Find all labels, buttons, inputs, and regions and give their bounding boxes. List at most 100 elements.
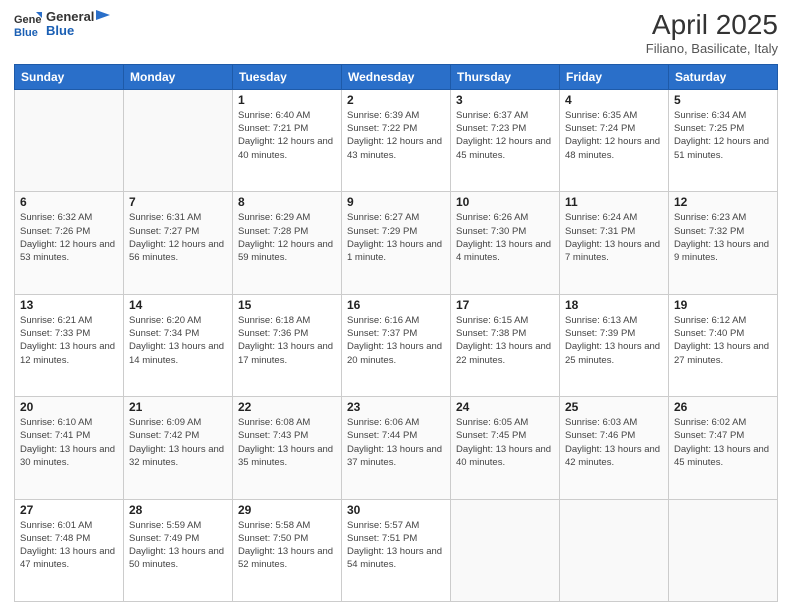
sunset-text: Sunset: 7:36 PM [238, 327, 336, 340]
day-info: Sunrise: 6:21 AMSunset: 7:33 PMDaylight:… [20, 314, 118, 367]
sunset-text: Sunset: 7:49 PM [129, 532, 227, 545]
calendar-cell: 10Sunrise: 6:26 AMSunset: 7:30 PMDayligh… [451, 192, 560, 294]
calendar-cell: 28 Sunrise: 5:59 AMSunset: 7:49 PMDayligh… [124, 499, 233, 601]
calendar-cell: 18Sunrise: 6:13 AMSunset: 7:39 PMDayligh… [560, 294, 669, 396]
sunset-text: Sunset: 7:48 PM [20, 532, 118, 545]
sunrise-text: Sunrise: 6:06 AM [347, 416, 445, 429]
calendar-week-row: 6Sunrise: 6:32 AMSunset: 7:26 PMDaylight… [15, 192, 778, 294]
day-info: Sunrise: 6:23 AMSunset: 7:32 PMDaylight:… [674, 211, 772, 264]
calendar-cell: 5Sunrise: 6:34 AMSunset: 7:25 PMDaylight… [669, 89, 778, 191]
daylight-text: Daylight: 13 hours and 35 minutes. [238, 443, 336, 470]
sunrise-text: Sunrise: 6:01 AM [20, 519, 118, 532]
sunset-text: Sunset: 7:24 PM [565, 122, 663, 135]
sunset-text: Sunset: 7:50 PM [238, 532, 336, 545]
daylight-text: Daylight: 13 hours and 30 minutes. [20, 443, 118, 470]
daylight-text: Daylight: 13 hours and 22 minutes. [456, 340, 554, 367]
header: General Blue General Blue April 2025 Fil… [14, 10, 778, 56]
daylight-text: Daylight: 13 hours and 12 minutes. [20, 340, 118, 367]
sunrise-text: Sunrise: 5:59 AM [129, 519, 227, 532]
day-number: 22 [238, 400, 336, 414]
day-info: Sunrise: 6:37 AMSunset: 7:23 PMDaylight:… [456, 109, 554, 162]
calendar-cell [560, 499, 669, 601]
sunset-text: Sunset: 7:34 PM [129, 327, 227, 340]
sunset-text: Sunset: 7:46 PM [565, 429, 663, 442]
sunset-text: Sunset: 7:42 PM [129, 429, 227, 442]
daylight-text: Daylight: 13 hours and 4 minutes. [456, 238, 554, 265]
calendar-header-row: Sunday Monday Tuesday Wednesday Thursday… [15, 64, 778, 89]
col-monday: Monday [124, 64, 233, 89]
page: General Blue General Blue April 2025 Fil… [0, 0, 792, 612]
day-info: Sunrise: 6:24 AMSunset: 7:31 PMDaylight:… [565, 211, 663, 264]
sunset-text: Sunset: 7:27 PM [129, 225, 227, 238]
calendar-cell: 22 Sunrise: 6:08 AMSunset: 7:43 PMDayligh… [233, 397, 342, 499]
day-number: 21 [129, 400, 227, 414]
svg-text:General: General [14, 14, 42, 26]
calendar-cell: 25Sunrise: 6:03 AMSunset: 7:46 PMDayligh… [560, 397, 669, 499]
calendar-cell: 24Sunrise: 6:05 AMSunset: 7:45 PMDayligh… [451, 397, 560, 499]
calendar-cell: 8Sunrise: 6:29 AMSunset: 7:28 PMDaylight… [233, 192, 342, 294]
day-number: 13 [20, 298, 118, 312]
daylight-text: Daylight: 13 hours and 47 minutes. [20, 545, 118, 572]
daylight-text: Daylight: 13 hours and 25 minutes. [565, 340, 663, 367]
day-number: 1 [238, 93, 336, 107]
calendar-cell: 29Sunrise: 5:58 AMSunset: 7:50 PMDayligh… [233, 499, 342, 601]
sunset-text: Sunset: 7:26 PM [20, 225, 118, 238]
calendar-cell: 3 Sunrise: 6:37 AMSunset: 7:23 PMDaylight… [451, 89, 560, 191]
sunset-text: Sunset: 7:29 PM [347, 225, 445, 238]
day-number: 18 [565, 298, 663, 312]
calendar-cell: 14Sunrise: 6:20 AMSunset: 7:34 PMDayligh… [124, 294, 233, 396]
logo-icon: General Blue [14, 10, 42, 38]
sunrise-text: Sunrise: 6:16 AM [347, 314, 445, 327]
sunrise-text: Sunrise: 6:10 AM [20, 416, 118, 429]
sunrise-text: Sunrise: 6:13 AM [565, 314, 663, 327]
calendar-cell: 16 Sunrise: 6:16 AMSunset: 7:37 PMDayligh… [342, 294, 451, 396]
calendar-cell: 27Sunrise: 6:01 AMSunset: 7:48 PMDayligh… [15, 499, 124, 601]
calendar-cell: 20Sunrise: 6:10 AMSunset: 7:41 PMDayligh… [15, 397, 124, 499]
sunrise-text: Sunrise: 6:26 AM [456, 211, 554, 224]
calendar-cell: 30 Sunrise: 5:57 AMSunset: 7:51 PMDayligh… [342, 499, 451, 601]
day-number: 30 [347, 503, 445, 517]
day-number: 4 [565, 93, 663, 107]
sunrise-text: Sunrise: 6:34 AM [674, 109, 772, 122]
day-info: Sunrise: 6:16 AMSunset: 7:37 PMDaylight:… [347, 314, 445, 367]
daylight-text: Daylight: 13 hours and 32 minutes. [129, 443, 227, 470]
col-saturday: Saturday [669, 64, 778, 89]
daylight-text: Daylight: 12 hours and 56 minutes. [129, 238, 227, 265]
calendar-cell: 4Sunrise: 6:35 AMSunset: 7:24 PMDaylight… [560, 89, 669, 191]
sunrise-text: Sunrise: 6:37 AM [456, 109, 554, 122]
sunrise-text: Sunrise: 6:21 AM [20, 314, 118, 327]
col-wednesday: Wednesday [342, 64, 451, 89]
day-number: 9 [347, 195, 445, 209]
daylight-text: Daylight: 13 hours and 1 minute. [347, 238, 445, 265]
daylight-text: Daylight: 13 hours and 54 minutes. [347, 545, 445, 572]
calendar-cell: 9Sunrise: 6:27 AMSunset: 7:29 PMDaylight… [342, 192, 451, 294]
day-number: 23 [347, 400, 445, 414]
calendar-cell [15, 89, 124, 191]
day-number: 7 [129, 195, 227, 209]
day-info: Sunrise: 6:26 AMSunset: 7:30 PMDaylight:… [456, 211, 554, 264]
calendar-week-row: 1 Sunrise: 6:40 AMSunset: 7:21 PMDaylight… [15, 89, 778, 191]
day-info: Sunrise: 5:57 AMSunset: 7:51 PMDaylight:… [347, 519, 445, 572]
day-info: Sunrise: 6:15 AMSunset: 7:38 PMDaylight:… [456, 314, 554, 367]
day-number: 14 [129, 298, 227, 312]
daylight-text: Daylight: 13 hours and 50 minutes. [129, 545, 227, 572]
daylight-text: Daylight: 13 hours and 52 minutes. [238, 545, 336, 572]
day-number: 11 [565, 195, 663, 209]
day-info: Sunrise: 6:40 AMSunset: 7:21 PMDaylight:… [238, 109, 336, 162]
logo-general: General [46, 10, 94, 24]
svg-text:Blue: Blue [14, 27, 38, 38]
day-number: 16 [347, 298, 445, 312]
day-info: Sunrise: 6:29 AMSunset: 7:28 PMDaylight:… [238, 211, 336, 264]
day-number: 3 [456, 93, 554, 107]
day-number: 25 [565, 400, 663, 414]
calendar-week-row: 20Sunrise: 6:10 AMSunset: 7:41 PMDayligh… [15, 397, 778, 499]
day-number: 28 [129, 503, 227, 517]
daylight-text: Daylight: 13 hours and 27 minutes. [674, 340, 772, 367]
day-info: Sunrise: 6:09 AMSunset: 7:42 PMDaylight:… [129, 416, 227, 469]
day-number: 20 [20, 400, 118, 414]
calendar-cell: 1 Sunrise: 6:40 AMSunset: 7:21 PMDaylight… [233, 89, 342, 191]
sunrise-text: Sunrise: 6:29 AM [238, 211, 336, 224]
calendar-table: Sunday Monday Tuesday Wednesday Thursday… [14, 64, 778, 602]
calendar-cell: 23Sunrise: 6:06 AMSunset: 7:44 PMDayligh… [342, 397, 451, 499]
day-info: Sunrise: 6:08 AMSunset: 7:43 PMDaylight:… [238, 416, 336, 469]
